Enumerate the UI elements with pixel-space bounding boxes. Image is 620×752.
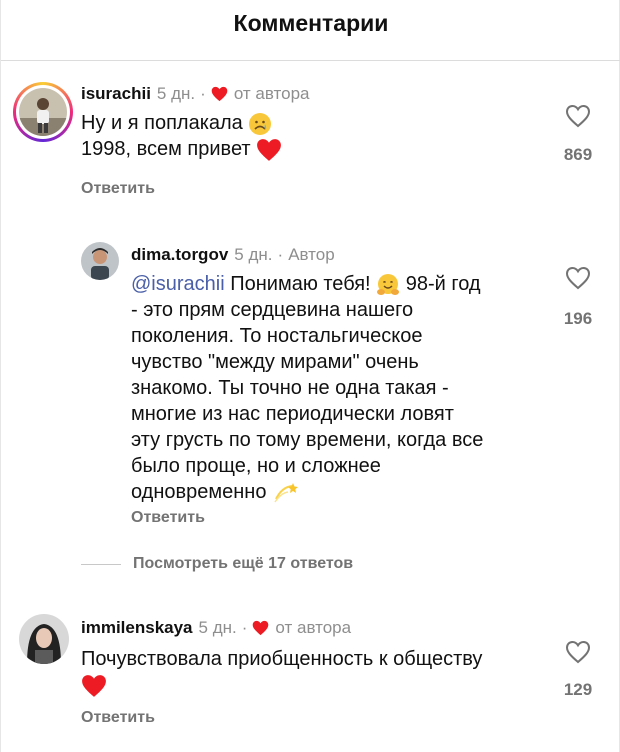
comment-line: Ну и я поплакала [81, 112, 243, 134]
comment-line: знакомо. Ты точно не одна такая - [131, 377, 449, 399]
like-icon[interactable] [565, 266, 591, 290]
username[interactable]: immilenskaya [81, 618, 193, 638]
mention-link[interactable]: @isurachii [131, 273, 225, 295]
dizzy-icon [274, 482, 299, 503]
comments-sheet: Комментарии isurachii 5 дн. · от автора … [0, 0, 620, 752]
avatar[interactable] [19, 614, 69, 664]
heart-icon [211, 86, 228, 102]
reply-button[interactable]: Ответить [81, 180, 155, 198]
separator-dot: · [277, 245, 284, 264]
comment-line: многие из нас периодически ловят [131, 403, 454, 425]
like-icon[interactable] [565, 104, 591, 128]
comment-line: - это прям сердцевина нашего [131, 299, 414, 321]
comment-line: чувство "между мирами" очень [131, 351, 419, 373]
comment-text: @isurachii Понимаю тебя! 98-й год - это … [131, 271, 541, 505]
comment-text: Почувствовала приобщенность к обществу [81, 646, 482, 698]
comment-text: Ну и я поплакала 1998, всем привет [81, 110, 282, 162]
reply-button[interactable]: Ответить [131, 509, 205, 527]
comment-line: 98-й год [405, 273, 481, 295]
comment-meta: isurachii 5 дн. · от автора [81, 84, 309, 104]
author-like-label: от автора [233, 84, 310, 103]
like-count: 869 [563, 145, 593, 164]
crying-face-icon [249, 112, 272, 135]
username[interactable]: dima.torgov [131, 245, 228, 265]
hugging-face-icon [377, 273, 400, 295]
author-like-label: от автора [275, 618, 352, 637]
like-icon[interactable] [565, 640, 591, 664]
comment-line: Понимаю тебя! [224, 273, 377, 295]
reply-button[interactable]: Ответить [81, 709, 155, 727]
comment-line: Почувствовала приобщенность к обществу [81, 648, 483, 670]
like-count: 196 [563, 309, 593, 328]
avatar[interactable] [81, 242, 119, 280]
comment-line: одновременно [131, 481, 267, 503]
heart-icon [253, 620, 269, 636]
red-heart-icon [257, 138, 282, 161]
comment-line: эту грусть по тому времени, когда все [131, 429, 484, 451]
like-count: 129 [563, 680, 593, 699]
comment-time: 5 дн. [234, 245, 273, 264]
avatar[interactable] [19, 88, 67, 136]
comment-line: было проще, но и сложнее [131, 455, 381, 477]
page-title: Комментарии [233, 10, 389, 36]
author-badge: Автор [288, 245, 335, 264]
comment-time: 5 дн. [198, 618, 237, 637]
view-more-replies-button[interactable]: Посмотреть ещё 17 ответов [133, 555, 353, 573]
username[interactable]: isurachii [81, 84, 151, 104]
red-heart-icon [82, 674, 106, 697]
comment-line: поколения. То ностальгическое [131, 325, 423, 347]
separator-dot: · [200, 84, 206, 103]
more-replies-line [81, 564, 121, 565]
separator-dot: · [241, 618, 248, 637]
comment-meta: immilenskaya 5 дн. · от автора [81, 618, 351, 638]
header-divider [1, 60, 620, 61]
comment-meta: dima.torgov 5 дн. · Автор [131, 245, 335, 265]
comment-time: 5 дн. [156, 84, 196, 103]
comment-line: 1998, всем привет [81, 138, 251, 160]
